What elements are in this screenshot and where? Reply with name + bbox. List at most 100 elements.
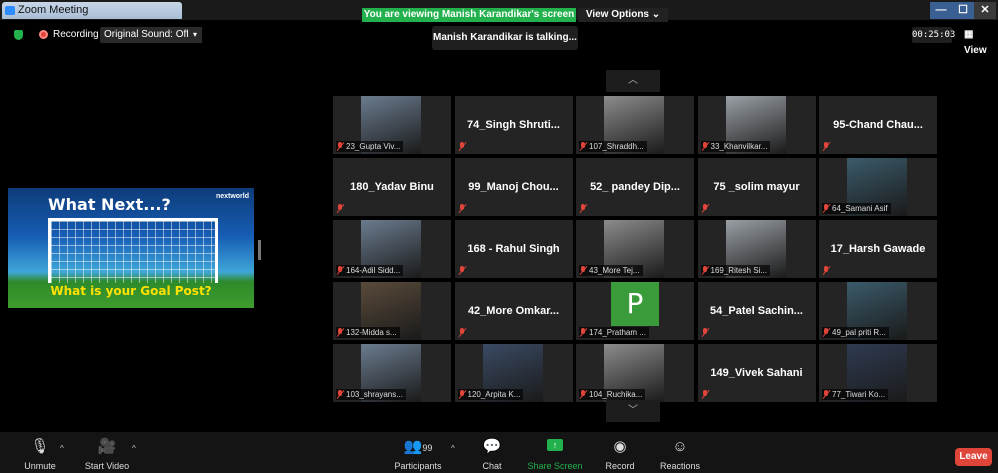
participant-name: 74_Singh Shruti... — [467, 119, 560, 131]
meeting-timer: 00:25:03 — [912, 27, 955, 43]
participant-name: 149_Vivek Sahani — [710, 367, 803, 379]
participants-button[interactable]: 👥99 Participants — [383, 432, 453, 473]
leave-button[interactable]: Leave — [955, 448, 992, 466]
muted-mic-icon — [580, 142, 587, 151]
participant-tile[interactable]: 164-Adil Sidd... — [333, 220, 451, 278]
participant-tile[interactable]: 17_Harsh Gawade — [819, 220, 937, 278]
muted-mic-icon — [702, 390, 709, 399]
zoom-app-icon — [5, 6, 15, 15]
participant-name: 75 _solim mayur — [713, 181, 800, 193]
muted-mic-icon — [702, 204, 709, 213]
participant-tile[interactable]: 52_ pandey Dip... — [576, 158, 694, 216]
participant-tile[interactable]: 64_Samani Asif — [819, 158, 937, 216]
participant-tile[interactable]: 75 _solim mayur — [697, 158, 816, 216]
audio-options-chevron-icon[interactable]: ^ — [60, 444, 64, 453]
participant-label: 174_Pratham ... — [579, 327, 649, 338]
participant-label: 43_More Tej... — [579, 265, 643, 276]
participant-tile[interactable]: 23_Gupta Viv... — [333, 96, 451, 154]
close-button[interactable]: ✕ — [974, 2, 996, 19]
original-sound-button[interactable]: Original Sound: Off — [100, 27, 193, 43]
muted-mic-icon — [580, 204, 587, 213]
participant-tile[interactable]: 149_Vivek Sahani — [697, 344, 816, 402]
muted-mic-icon — [823, 204, 830, 213]
minimize-button[interactable]: — — [930, 2, 952, 19]
participant-tile[interactable]: 120_Arpita K... — [454, 344, 573, 402]
participant-name: 95-Chand Chau... — [833, 119, 923, 131]
view-options-button[interactable]: View Options ⌄ — [578, 8, 668, 22]
participant-tile[interactable]: 33_Khanvilkar... — [697, 96, 816, 154]
muted-mic-icon — [459, 266, 466, 275]
participant-tile[interactable]: 77_Tiwari Ko... — [819, 344, 937, 402]
participant-tile[interactable]: 74_Singh Shruti... — [454, 96, 573, 154]
participant-tile[interactable]: 99_Manoj Chou... — [454, 158, 573, 216]
goal-post-image — [48, 218, 218, 283]
participant-label: 120_Arpita K... — [457, 389, 524, 400]
muted-mic-icon — [823, 266, 830, 275]
muted-mic-icon — [459, 204, 466, 213]
muted-mic-icon — [459, 142, 466, 151]
participant-label: 169_Ritesh Si... — [700, 265, 770, 276]
participant-tile[interactable]: 42_More Omkar... — [454, 282, 573, 340]
chat-label: Chat — [482, 461, 502, 471]
participant-tile[interactable]: 43_More Tej... — [576, 220, 694, 278]
participant-tile[interactable]: 107_Shraddh... — [576, 96, 694, 154]
chevron-down-icon[interactable]: ▾ — [188, 27, 202, 43]
participant-tile[interactable]: 49_pal priti R... — [819, 282, 937, 340]
participant-tile[interactable]: 180_Yadav Binu — [333, 158, 451, 216]
muted-mic-icon — [702, 266, 709, 275]
muted-mic-icon — [337, 142, 344, 151]
window-controls: — ☐ ✕ — [930, 2, 996, 19]
gallery-view-button[interactable]: ▦ View — [964, 27, 998, 59]
muted-mic-icon — [459, 390, 466, 399]
security-shield-icon[interactable] — [14, 30, 23, 40]
participant-tile[interactable]: P 174_Pratham ... — [576, 282, 694, 340]
reactions-icon: ☺ — [672, 438, 688, 455]
muted-mic-icon — [702, 142, 709, 151]
participant-name: 168 - Rahul Singh — [467, 243, 560, 255]
muted-mic-icon — [823, 142, 830, 151]
participants-chevron-icon[interactable]: ^ — [451, 444, 455, 453]
participant-label: 33_Khanvilkar... — [700, 141, 771, 152]
participant-label: 103_shrayans... — [336, 389, 406, 400]
viewing-banner: You are viewing Manish Karandikar's scre… — [362, 8, 576, 22]
participant-tile[interactable]: 132-Midda s... — [333, 282, 451, 340]
muted-mic-icon — [823, 390, 830, 399]
muted-mic-icon — [702, 328, 709, 337]
participant-name: 17_Harsh Gawade — [830, 243, 926, 255]
unmute-button[interactable]: 🎙 Unmute — [5, 432, 75, 473]
splitter-handle[interactable] — [258, 240, 261, 260]
grid-icon: ▦ — [964, 29, 974, 40]
participant-tile[interactable]: 95-Chand Chau... — [819, 96, 937, 154]
chevron-up-icon: ︿ — [628, 75, 638, 86]
gallery-page-down-button[interactable]: ﹀ — [606, 400, 660, 422]
recording-label: Recording — [53, 29, 99, 40]
participant-tile[interactable]: 103_shrayans... — [333, 344, 451, 402]
participant-label: 132-Midda s... — [336, 327, 400, 338]
muted-mic-icon: 🎙 — [30, 438, 50, 455]
slide-title: What Next...? — [48, 195, 171, 214]
participant-tile[interactable]: 54_Patel Sachin... — [697, 282, 816, 340]
participant-label: 164-Adil Sidd... — [336, 265, 404, 276]
muted-mic-icon — [337, 390, 344, 399]
muted-mic-icon — [337, 204, 344, 213]
meeting-toolbar: 🎙 Unmute ^ 🎥 Start Video ^ 👥99 Participa… — [0, 432, 998, 473]
reactions-button[interactable]: ☺ Reactions — [645, 432, 715, 473]
shared-screen[interactable]: What Next...? nextworld What is your Goa… — [8, 188, 254, 308]
participants-label: Participants — [394, 461, 442, 471]
participant-tile[interactable]: 169_Ritesh Si... — [697, 220, 816, 278]
maximize-button[interactable]: ☐ — [952, 2, 974, 19]
gallery-page-up-button[interactable]: ︿ — [606, 70, 660, 92]
participant-label: 104_Ruchika... — [579, 389, 646, 400]
muted-mic-icon — [337, 328, 344, 337]
slide-logo: nextworld — [215, 193, 249, 200]
chevron-down-icon: ﹀ — [628, 405, 638, 416]
record-icon: ◉ — [613, 438, 627, 455]
recording-dot-icon — [39, 30, 48, 39]
participant-name: 180_Yadav Binu — [350, 181, 434, 193]
share-screen-button[interactable]: ↑ Share Screen — [520, 432, 590, 473]
video-options-chevron-icon[interactable]: ^ — [132, 444, 136, 453]
participant-label: 23_Gupta Viv... — [336, 141, 404, 152]
participant-tile[interactable]: 168 - Rahul Singh — [454, 220, 573, 278]
chat-button[interactable]: 💬 Chat — [457, 432, 527, 473]
participant-tile[interactable]: 104_Ruchika... — [576, 344, 694, 402]
